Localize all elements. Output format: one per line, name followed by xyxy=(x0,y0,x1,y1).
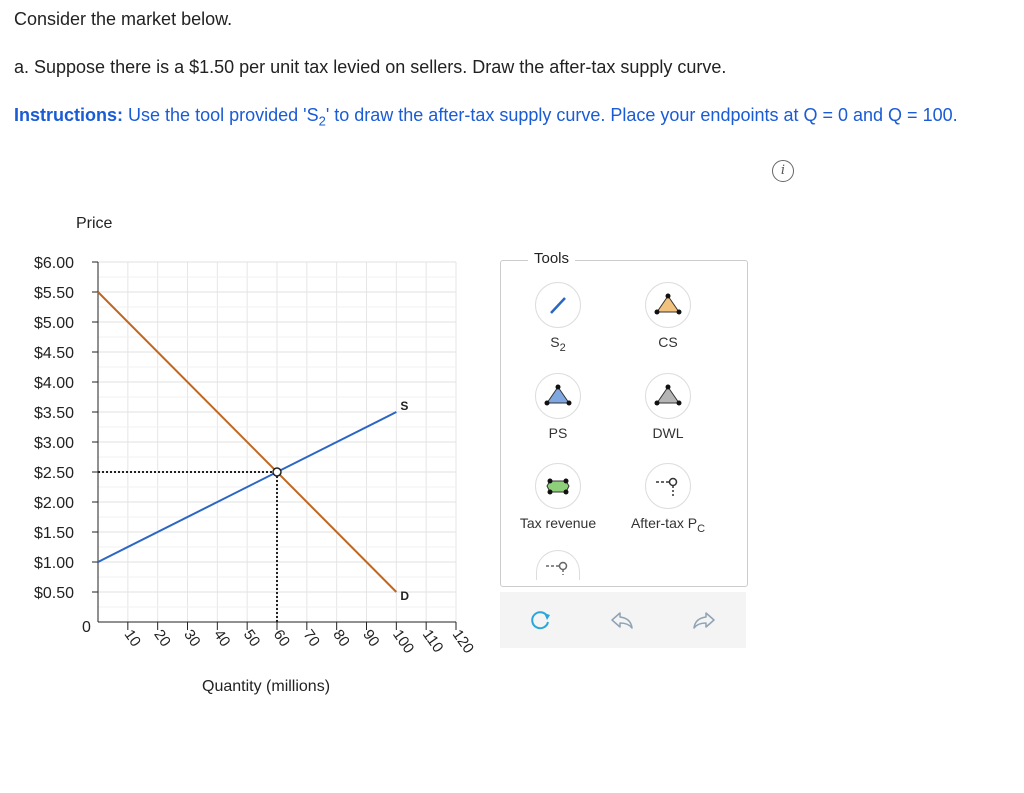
tool-ps-label: PS xyxy=(548,425,568,441)
tool-s2[interactable]: S2 xyxy=(528,282,588,354)
y-axis-label: Price xyxy=(76,215,113,232)
y-tick-label: $2.00 xyxy=(34,495,74,512)
tool-tax-revenue-label: Tax revenue xyxy=(519,515,597,531)
x-axis-label: Quantity (millions) xyxy=(202,678,330,695)
x-tick-label: 120 xyxy=(449,627,477,657)
y-tick-label: $1.50 xyxy=(34,525,74,542)
y-tick-label: $5.50 xyxy=(34,285,74,302)
cs-triangle-icon[interactable] xyxy=(645,282,691,328)
y-tick-label: $0.50 xyxy=(34,585,74,602)
equilibrium-point[interactable] xyxy=(272,467,282,477)
ps-triangle-icon[interactable] xyxy=(535,373,581,419)
tool-after-tax-pc[interactable]: After-tax PC xyxy=(618,463,718,535)
redo-icon[interactable] xyxy=(690,606,718,634)
tool-dwl-label: DWL xyxy=(652,425,684,441)
x-tick-label: 50 xyxy=(240,627,263,650)
tool-tax-revenue[interactable]: Tax revenue xyxy=(508,463,608,531)
line-tool-icon[interactable] xyxy=(535,282,581,328)
tool-after-tax-pc-label: After-tax PC xyxy=(630,515,706,535)
x-tick-label: 20 xyxy=(150,627,173,650)
x-tick-label: 70 xyxy=(300,627,323,650)
y-tick-label: $1.00 xyxy=(34,555,74,572)
y-tick-label: $5.00 xyxy=(34,315,74,332)
instructions: Instructions: Use the tool provided 'S2'… xyxy=(14,101,1009,136)
tax-revenue-polygon-icon[interactable] xyxy=(535,463,581,509)
tool-ps[interactable]: PS xyxy=(528,373,588,441)
market-graph[interactable]: Price $6.00 $5.50 $5.00 $4.50 $4.00 $3.50 $3.0… xyxy=(0,200,500,700)
origin-label: 0 xyxy=(82,619,91,636)
tool-cs-label: CS xyxy=(658,334,678,350)
y-tick-label: $4.50 xyxy=(34,345,74,362)
tool-price-marker[interactable] xyxy=(528,550,588,586)
tool-s2-label: S2 xyxy=(550,334,566,354)
x-tick-label: 110 xyxy=(419,627,447,656)
supply-label: S xyxy=(400,399,408,413)
y-tick-labels: $6.00 $5.50 $5.00 $4.50 $4.00 $3.50 $3.00 $2.50… xyxy=(34,255,98,602)
question-intro: Consider the market below. xyxy=(14,9,233,29)
tool-dwl[interactable]: DWL xyxy=(638,373,698,441)
price-marker-icon[interactable] xyxy=(536,550,580,580)
action-bar xyxy=(500,592,746,648)
y-tick-label: $3.50 xyxy=(34,405,74,422)
demand-label: D xyxy=(400,589,409,603)
dwl-triangle-icon[interactable] xyxy=(645,373,691,419)
reset-icon[interactable] xyxy=(526,606,554,634)
x-tick-label: 10 xyxy=(121,627,144,650)
info-icon[interactable]: i xyxy=(772,160,794,182)
tools-title: Tools xyxy=(528,250,576,267)
instructions-label: Instructions: xyxy=(14,105,124,125)
question-part-a: a. Suppose there is a $1.50 per unit tax… xyxy=(14,57,727,77)
undo-icon[interactable] xyxy=(608,606,636,634)
y-tick-label: $3.00 xyxy=(34,435,74,452)
tool-cs[interactable]: CS xyxy=(638,282,698,350)
x-tick-labels: 10 20 30 40 50 60 70 80 90 100 110 120 xyxy=(121,622,477,657)
y-tick-label: $6.00 xyxy=(34,255,74,272)
instructions-text: Use the tool provided 'S2' to draw the a… xyxy=(128,105,958,129)
x-tick-label: 80 xyxy=(329,627,352,650)
y-tick-label: $2.50 xyxy=(34,465,74,482)
y-tick-label: $4.00 xyxy=(34,375,74,392)
x-tick-label: 30 xyxy=(180,627,203,650)
x-tick-label: 40 xyxy=(210,627,233,650)
x-tick-label: 90 xyxy=(359,627,382,650)
x-tick-label: 60 xyxy=(270,627,293,650)
x-tick-label: 100 xyxy=(389,627,417,657)
price-marker-icon[interactable] xyxy=(645,463,691,509)
